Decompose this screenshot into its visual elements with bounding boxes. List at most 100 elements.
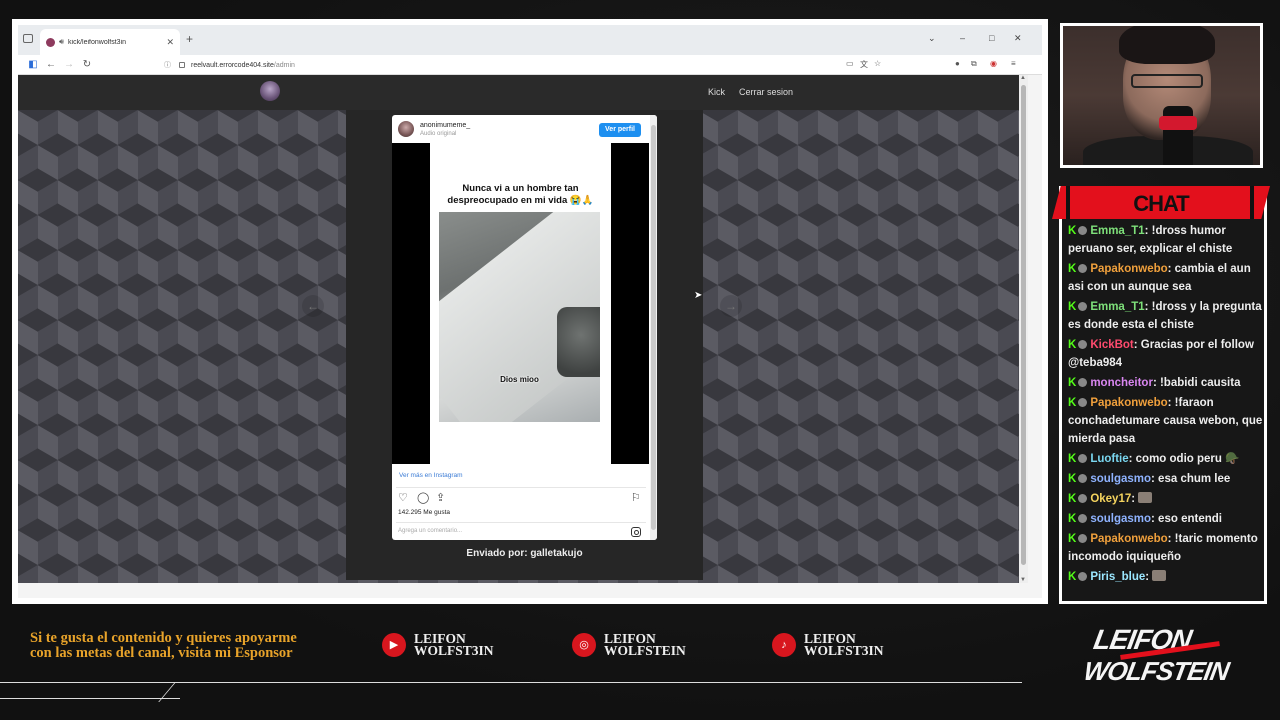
back-button[interactable]: ← bbox=[42, 59, 60, 70]
kick-badge-icon: K bbox=[1068, 493, 1077, 505]
user-badge-icon bbox=[1078, 474, 1088, 483]
chat-message: K Luoftie: como odio peru 🪖 bbox=[1068, 450, 1263, 468]
instagram-audio-label[interactable]: Audio original bbox=[420, 131, 456, 137]
site-navbar: Kick Cerrar sesion bbox=[18, 75, 1028, 110]
tab-close-icon[interactable]: ✕ bbox=[166, 37, 174, 48]
social-tiktok-name: LEIFON WOLFST3IN bbox=[804, 632, 884, 658]
chat-text: : bbox=[1131, 493, 1139, 505]
user-badge-icon bbox=[1078, 398, 1088, 407]
kick-badge-icon: K bbox=[1068, 473, 1077, 485]
tab-active[interactable]: 🔊︎ kick/leifonwolfst3in ✕ bbox=[40, 29, 180, 55]
nav-link-logout[interactable]: Cerrar sesion bbox=[739, 87, 793, 97]
microphone bbox=[1159, 106, 1197, 165]
chat-username[interactable]: Luoftie bbox=[1090, 453, 1128, 465]
brand-line2: WOLFSTEIN bbox=[1081, 656, 1231, 686]
sidebar-icon[interactable]: ◧ bbox=[24, 59, 42, 70]
chat-username[interactable]: KickBot bbox=[1090, 339, 1133, 351]
brand-logo: LEIFON WOLFSTEIN bbox=[1080, 622, 1260, 690]
save-bookmark-icon[interactable]: ⚐ bbox=[631, 491, 641, 504]
chat-username[interactable]: Emma_T1 bbox=[1090, 225, 1144, 237]
sponsor-text: Si te gusta el contenido y quieres apoya… bbox=[30, 630, 297, 661]
translate-icon[interactable]: 文 bbox=[860, 59, 868, 70]
chat-username[interactable]: moncheitor bbox=[1090, 377, 1153, 389]
extension-icon[interactable]: ● bbox=[955, 59, 960, 68]
chat-text: : como odio peru 🪖 bbox=[1128, 453, 1240, 465]
chat-text: : bbox=[1145, 571, 1153, 583]
forward-button[interactable]: → bbox=[60, 59, 78, 70]
user-badge-icon bbox=[1078, 454, 1088, 463]
kick-badge-icon: K bbox=[1068, 453, 1077, 465]
nav-link-kick[interactable]: Kick bbox=[708, 87, 725, 97]
site-info-icon[interactable]: ⓘ bbox=[164, 60, 171, 70]
minimize-button[interactable]: – bbox=[960, 33, 965, 43]
social-name-line2: WOLFST3IN bbox=[414, 643, 494, 658]
kick-badge-icon: K bbox=[1068, 533, 1077, 545]
scroll-down-icon[interactable]: ▼ bbox=[1020, 577, 1026, 583]
url-field[interactable]: ⓘ reelvault.errorcode404.site/admin bbox=[164, 57, 864, 73]
chat-message: K Papakonwebo: !taric momento incomodo iq… bbox=[1068, 530, 1263, 566]
media-letterbox-left bbox=[392, 143, 430, 464]
speaker-icon[interactable]: 🔊︎ bbox=[59, 37, 64, 47]
tab-overview-icon[interactable] bbox=[23, 34, 33, 43]
footer-line bbox=[0, 682, 1022, 683]
bookmark-star-icon[interactable]: ☆ bbox=[874, 59, 881, 68]
page-scrollbar[interactable]: ▲ ▼ bbox=[1019, 75, 1028, 583]
kick-badge-icon: K bbox=[1068, 263, 1077, 275]
close-window-button[interactable]: ✕ bbox=[1014, 33, 1022, 44]
reload-button[interactable]: ↻ bbox=[78, 59, 96, 70]
chat-username[interactable]: Papakonwebo bbox=[1090, 397, 1167, 409]
next-arrow-button[interactable]: → bbox=[720, 295, 742, 317]
like-heart-icon[interactable]: ♡ bbox=[398, 491, 408, 504]
maximize-button[interactable]: □ bbox=[989, 33, 994, 43]
chat-message: K Emma_T1: !dross y la pregunta es donde … bbox=[1068, 298, 1263, 334]
social-youtube-name: LEIFON WOLFST3IN bbox=[414, 632, 494, 658]
like-count: 142.295 Me gusta bbox=[398, 509, 451, 516]
chat-username[interactable]: Okey17 bbox=[1090, 493, 1131, 505]
view-more-link[interactable]: Ver más en Instagram bbox=[399, 472, 463, 479]
video-frame[interactable]: Dios mioo bbox=[439, 212, 600, 422]
site-logo[interactable] bbox=[260, 81, 280, 101]
chat-username[interactable]: Emma_T1 bbox=[1090, 301, 1144, 313]
chat-username[interactable]: Piris_blue bbox=[1090, 571, 1145, 583]
share-icon[interactable]: ⇪ bbox=[436, 491, 445, 504]
prev-arrow-button[interactable]: ← bbox=[302, 295, 324, 317]
instagram-media[interactable]: Nunca vi a un hombre tan despreocupado e… bbox=[392, 143, 649, 464]
new-tab-button[interactable]: + bbox=[186, 32, 193, 46]
scroll-up-icon[interactable]: ▲ bbox=[1020, 75, 1026, 81]
view-profile-button[interactable]: Ver perfil bbox=[599, 123, 641, 137]
embed-scrollbar-thumb[interactable] bbox=[651, 125, 656, 530]
chat-message: Ksoulgasmo: eso entendi bbox=[1068, 510, 1263, 528]
chat-username[interactable]: Papakonwebo bbox=[1090, 533, 1167, 545]
profile-icon[interactable]: ◉ bbox=[990, 59, 997, 68]
avatar[interactable] bbox=[398, 121, 414, 137]
social-tiktok: ♪ LEIFON WOLFST3IN bbox=[772, 632, 884, 658]
kick-badge-icon: K bbox=[1068, 377, 1077, 389]
instagram-icon[interactable] bbox=[631, 527, 641, 537]
instagram-username[interactable]: anonimumeme_ bbox=[420, 122, 470, 129]
chat-message: Ksoulgasmo: esa chum lee bbox=[1068, 470, 1263, 488]
social-instagram-name: LEIFON WOLFSTEIN bbox=[604, 632, 686, 658]
kick-badge-icon: K bbox=[1068, 571, 1077, 583]
menu-icon[interactable]: ≡ bbox=[1011, 59, 1016, 68]
comment-icon[interactable]: ◯ bbox=[417, 491, 429, 504]
chat-message: K Okey17: bbox=[1068, 490, 1263, 508]
page-scrollbar-thumb[interactable] bbox=[1021, 85, 1026, 565]
chat-username[interactable]: Papakonwebo bbox=[1090, 263, 1167, 275]
chat-username[interactable]: soulgasmo bbox=[1090, 473, 1151, 485]
user-badge-icon bbox=[1078, 572, 1088, 581]
instagram-embed-header: anonimumeme_ Audio original Ver perfil bbox=[392, 115, 657, 143]
tab-list-icon[interactable]: ⌄ bbox=[928, 33, 936, 44]
footer-line-lower bbox=[0, 698, 180, 699]
user-badge-icon bbox=[1078, 302, 1088, 311]
comment-input[interactable]: Agrega un comentario... bbox=[398, 528, 462, 534]
webcam-hair bbox=[1119, 26, 1215, 64]
reader-view-icon[interactable]: ▭ bbox=[846, 59, 854, 68]
chat-username[interactable]: soulgasmo bbox=[1090, 513, 1151, 525]
webcam-glasses bbox=[1131, 74, 1203, 88]
kick-badge-icon: K bbox=[1068, 339, 1077, 351]
extensions-puzzle-icon[interactable]: ⧉ bbox=[971, 59, 977, 69]
embed-scrollbar[interactable] bbox=[650, 115, 657, 540]
chat-message: K Piris_blue: bbox=[1068, 568, 1263, 586]
user-badge-icon bbox=[1078, 514, 1088, 523]
tiktok-icon: ♪ bbox=[772, 633, 796, 657]
